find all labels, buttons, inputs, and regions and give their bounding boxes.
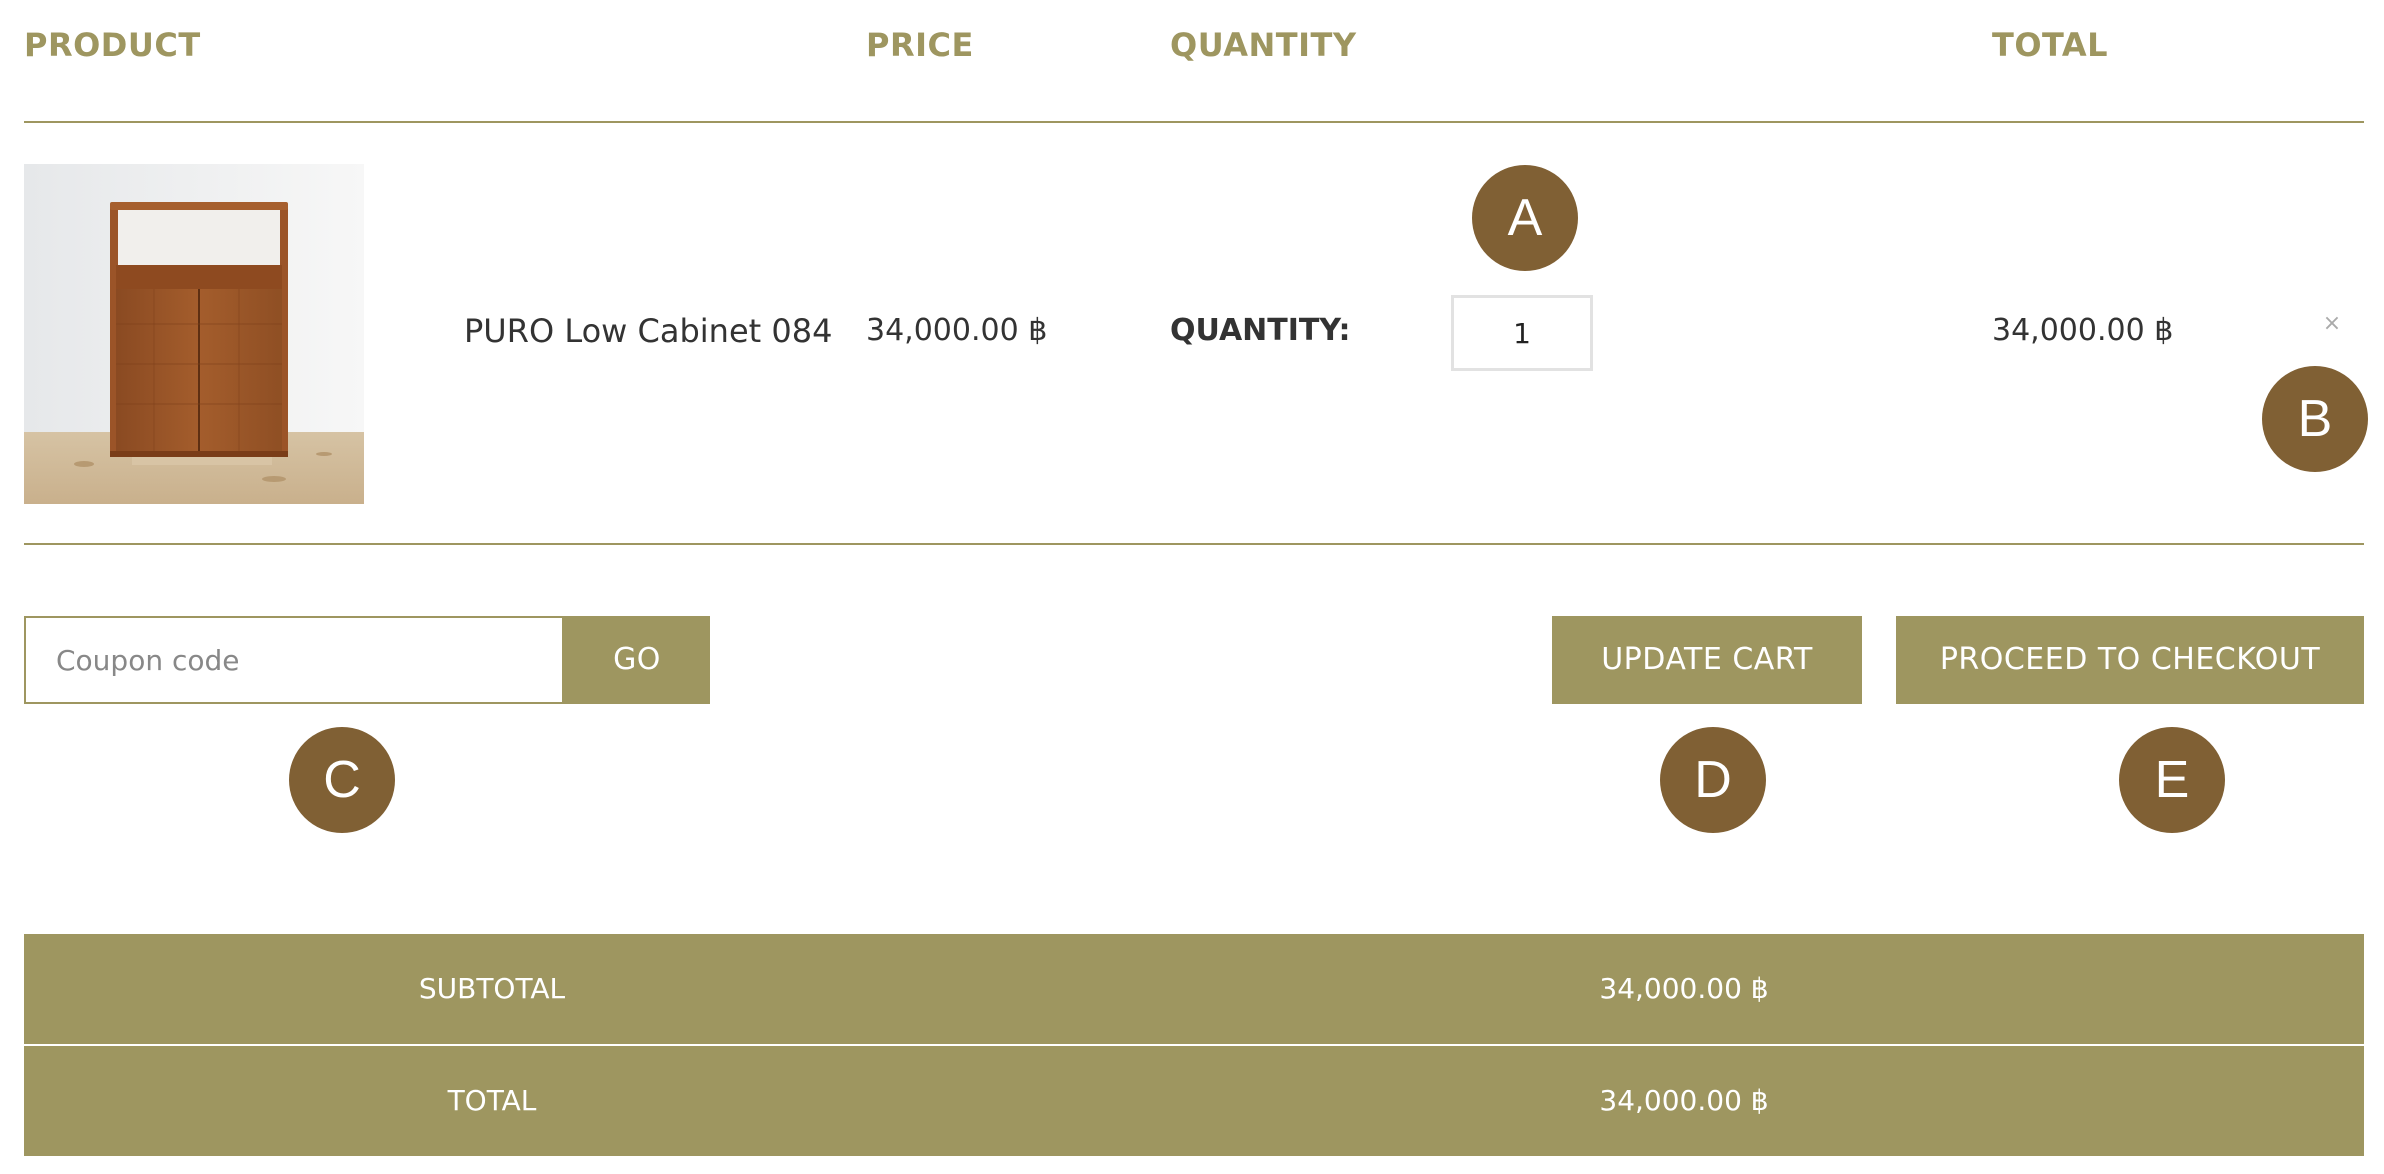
update-cart-button[interactable]: UPDATE CART: [1552, 616, 1862, 704]
quantity-label: QUANTITY:: [1170, 313, 1351, 348]
proceed-to-checkout-button[interactable]: PROCEED TO CHECKOUT: [1896, 616, 2364, 704]
apply-coupon-button[interactable]: GO: [564, 616, 710, 704]
marker-e: E: [2119, 727, 2225, 833]
product-thumbnail[interactable]: [24, 164, 364, 504]
product-name-link[interactable]: PURO Low Cabinet 084: [464, 312, 832, 350]
total-label: TOTAL: [447, 1084, 537, 1117]
subtotal-label: SUBTOTAL: [418, 972, 566, 1005]
cart-table-header: PRODUCT PRICE QUANTITY TOTAL: [0, 0, 2384, 96]
item-total: 34,000.00 ฿: [1992, 313, 2174, 348]
header-total: TOTAL: [1992, 26, 2109, 64]
header-quantity: QUANTITY: [1170, 26, 1357, 64]
total-row: TOTAL 34,000.00 ฿: [24, 1046, 2364, 1156]
marker-d: D: [1660, 727, 1766, 833]
remove-item-icon[interactable]: ×: [2318, 310, 2346, 338]
quantity-input[interactable]: [1451, 295, 1593, 371]
marker-b: B: [2262, 366, 2368, 472]
item-divider: [24, 543, 2364, 545]
total-value: 34,000.00 ฿: [1599, 1084, 1769, 1117]
header-divider: [24, 121, 2364, 123]
header-product: PRODUCT: [24, 26, 201, 64]
cabinet-image: [24, 164, 364, 504]
header-price: PRICE: [866, 26, 974, 64]
item-price: 34,000.00 ฿: [866, 313, 1048, 348]
marker-a: A: [1472, 165, 1578, 271]
marker-c: C: [289, 727, 395, 833]
subtotal-row: SUBTOTAL 34,000.00 ฿: [24, 934, 2364, 1044]
subtotal-value: 34,000.00 ฿: [1599, 972, 1769, 1005]
coupon-code-input[interactable]: [24, 616, 564, 704]
